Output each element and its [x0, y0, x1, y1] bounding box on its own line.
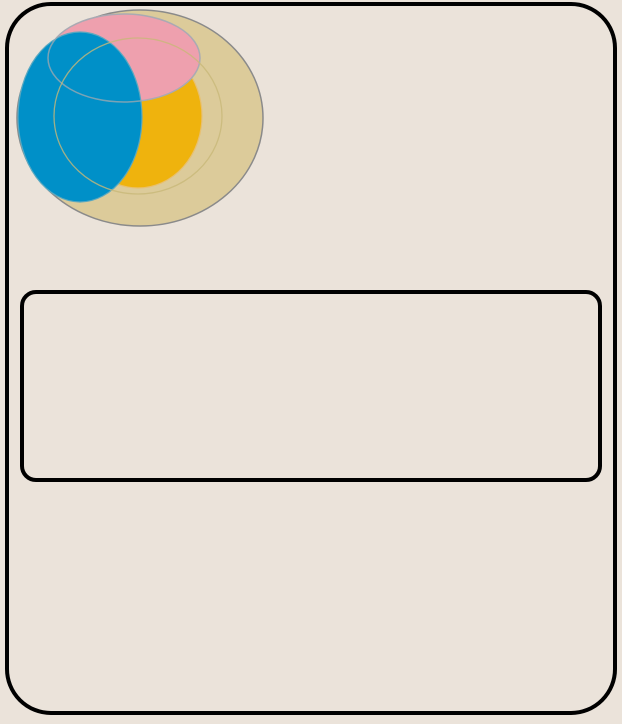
logo-blue-ellipse	[17, 31, 143, 203]
screen	[0, 0, 622, 724]
content-panel	[20, 290, 602, 482]
overlapping-circles-logo-icon	[16, 9, 264, 227]
panel-text	[24, 294, 598, 318]
